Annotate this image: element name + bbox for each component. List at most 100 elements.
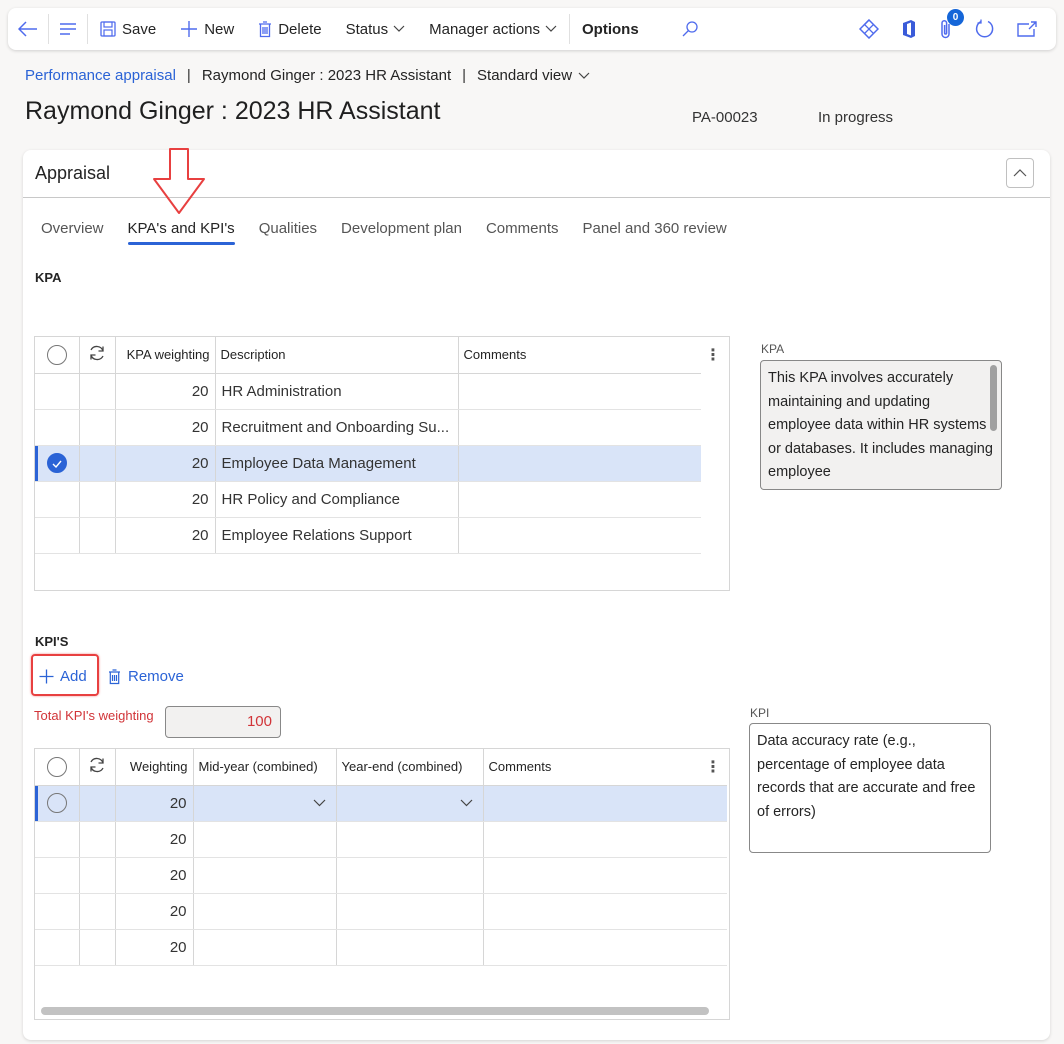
comments-cell[interactable]: [483, 857, 727, 894]
comments-cell[interactable]: [458, 409, 701, 446]
year-end-cell[interactable]: [336, 929, 484, 966]
kpa-weighting-cell[interactable]: 20: [115, 409, 216, 446]
refresh-column-cell[interactable]: [79, 749, 116, 786]
column-options-icon[interactable]: ⋮: [705, 345, 721, 365]
description-cell[interactable]: HR Policy and Compliance: [215, 481, 459, 518]
weighting-cell[interactable]: 20: [115, 821, 194, 858]
description-cell[interactable]: Recruitment and Onboarding Su...: [215, 409, 459, 446]
tab-overview[interactable]: Overview: [29, 212, 116, 247]
description-cell[interactable]: Employee Data Management: [215, 445, 459, 482]
comments-cell[interactable]: [458, 481, 701, 518]
kpa-detail-scrollbar[interactable]: [990, 365, 997, 431]
table-row[interactable]: 20: [35, 821, 727, 858]
row-select-cell[interactable]: [35, 785, 80, 822]
save-button[interactable]: Save: [88, 8, 168, 50]
kpi-detail-textbox[interactable]: Data accuracy rate (e.g., percentage of …: [749, 723, 991, 853]
kpa-weighting-cell[interactable]: 20: [115, 481, 216, 518]
weighting-cell[interactable]: 20: [115, 785, 194, 822]
table-row-selected[interactable]: 20 Employee Data Management: [35, 445, 701, 482]
year-end-cell[interactable]: [336, 857, 484, 894]
weighting-cell[interactable]: 20: [115, 929, 194, 966]
table-row[interactable]: 20 Recruitment and Onboarding Su...: [35, 409, 701, 446]
options-tab[interactable]: Options: [570, 8, 651, 50]
row-select-cell[interactable]: [35, 929, 80, 966]
comments-cell[interactable]: [458, 517, 701, 554]
kpa-weighting-cell[interactable]: 20: [115, 373, 216, 410]
comments-cell[interactable]: [483, 785, 727, 822]
tab-qualities[interactable]: Qualities: [247, 212, 329, 247]
comments-cell[interactable]: [458, 445, 701, 482]
column-header-weighting[interactable]: Weighting: [115, 749, 194, 786]
year-end-dropdown[interactable]: [336, 785, 484, 822]
attachments-button[interactable]: 0: [928, 8, 964, 50]
table-row[interactable]: 20: [35, 893, 727, 930]
kpa-detail-textbox[interactable]: This KPA involves accurately maintaining…: [760, 360, 1002, 490]
description-cell[interactable]: HR Administration: [215, 373, 459, 410]
status-menu[interactable]: Status: [334, 8, 418, 50]
column-header-description[interactable]: Description: [215, 337, 459, 374]
weighting-cell[interactable]: 20: [115, 893, 194, 930]
horizontal-scrollbar[interactable]: [41, 1007, 709, 1015]
column-options-icon[interactable]: ⋮: [705, 757, 721, 777]
remove-kpi-button[interactable]: Remove: [108, 668, 184, 685]
comments-cell[interactable]: [458, 373, 701, 410]
column-header-year-end[interactable]: Year-end (combined): [336, 749, 484, 786]
weighting-cell[interactable]: 20: [115, 857, 194, 894]
manager-actions-menu[interactable]: Manager actions: [417, 8, 569, 50]
row-select-cell[interactable]: [35, 857, 80, 894]
table-row[interactable]: 20: [35, 929, 727, 966]
row-select-cell[interactable]: [35, 517, 80, 554]
description-cell[interactable]: Employee Relations Support: [215, 517, 459, 554]
select-all-cell[interactable]: [35, 337, 80, 374]
year-end-cell[interactable]: [336, 893, 484, 930]
mid-year-cell[interactable]: [193, 893, 337, 930]
row-select-cell[interactable]: [35, 821, 80, 858]
menu-button[interactable]: [49, 8, 87, 50]
mid-year-cell[interactable]: [193, 821, 337, 858]
delete-button[interactable]: Delete: [246, 8, 333, 50]
select-all-cell[interactable]: [35, 749, 80, 786]
table-row[interactable]: 20 Employee Relations Support: [35, 517, 701, 554]
office-button[interactable]: [890, 8, 928, 50]
row-select-cell[interactable]: [35, 373, 80, 410]
refresh-button[interactable]: [964, 8, 1006, 50]
column-header-mid-year[interactable]: Mid-year (combined): [193, 749, 337, 786]
breadcrumb-module-link[interactable]: Performance appraisal: [25, 67, 176, 84]
year-end-cell[interactable]: [336, 821, 484, 858]
mid-year-dropdown[interactable]: [193, 785, 337, 822]
row-select-cell[interactable]: [35, 481, 80, 518]
back-button[interactable]: [8, 8, 48, 50]
column-header-comments[interactable]: Comments: [458, 337, 701, 374]
comments-cell[interactable]: [483, 929, 727, 966]
collapse-button[interactable]: [1006, 158, 1034, 188]
column-header-kpa-weighting[interactable]: KPA weighting: [115, 337, 216, 374]
table-row[interactable]: 20 HR Administration: [35, 373, 701, 410]
row-select-radio[interactable]: [46, 793, 67, 813]
power-apps-button[interactable]: [848, 8, 890, 50]
mid-year-cell[interactable]: [193, 857, 337, 894]
view-selector[interactable]: Standard view: [477, 67, 590, 84]
search-button[interactable]: [651, 8, 711, 50]
column-header-comments[interactable]: Comments: [483, 749, 727, 786]
tab-development-plan[interactable]: Development plan: [329, 212, 474, 247]
refresh-column-cell[interactable]: [79, 337, 116, 374]
select-all-radio[interactable]: [46, 344, 67, 365]
new-button[interactable]: New: [168, 8, 246, 50]
kpa-weighting-cell[interactable]: 20: [115, 517, 216, 554]
comments-cell[interactable]: [483, 821, 727, 858]
row-select-cell[interactable]: [35, 893, 80, 930]
table-row[interactable]: 20 HR Policy and Compliance: [35, 481, 701, 518]
mid-year-cell[interactable]: [193, 929, 337, 966]
row-select-cell[interactable]: [35, 445, 80, 482]
table-row[interactable]: 20: [35, 857, 727, 894]
open-new-window-button[interactable]: [1006, 8, 1048, 50]
tab-panel-360-review[interactable]: Panel and 360 review: [571, 212, 739, 247]
row-checked-radio[interactable]: [46, 453, 67, 473]
table-row-selected[interactable]: 20: [35, 785, 727, 822]
add-kpi-button[interactable]: Add: [39, 668, 87, 685]
kpa-weighting-cell[interactable]: 20: [115, 445, 216, 482]
tab-comments[interactable]: Comments: [474, 212, 571, 247]
select-all-radio[interactable]: [46, 756, 67, 777]
comments-cell[interactable]: [483, 893, 727, 930]
tab-kpas-kpis[interactable]: KPA's and KPI's: [116, 212, 247, 247]
